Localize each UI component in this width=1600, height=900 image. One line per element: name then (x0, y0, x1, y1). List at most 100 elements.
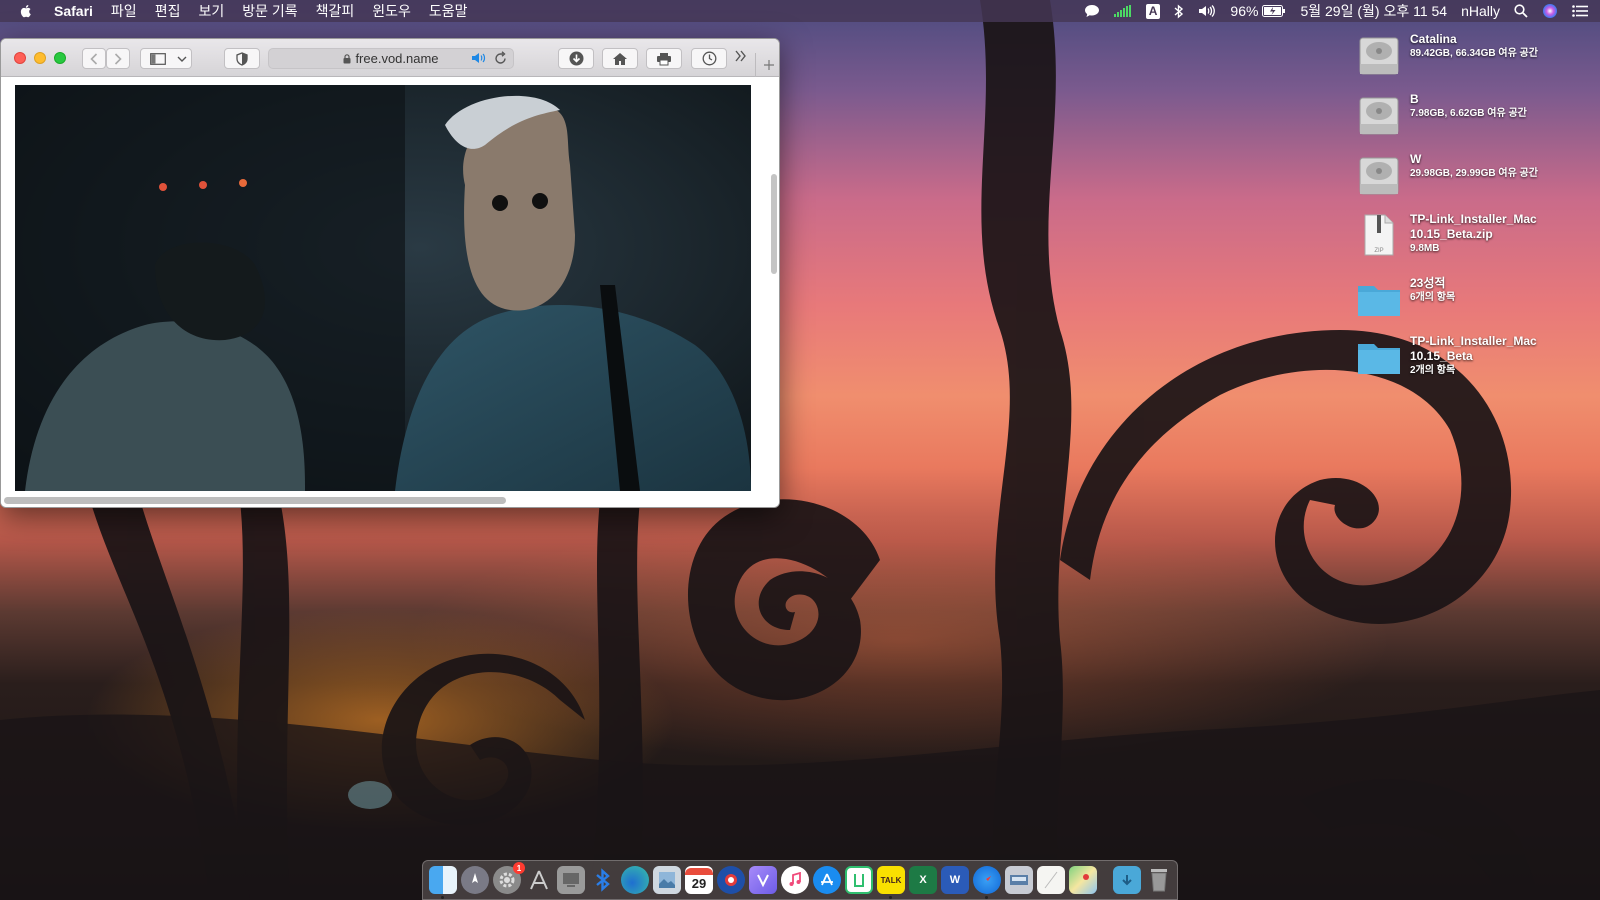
user-menu[interactable]: nHally (1461, 3, 1500, 19)
battery-percent[interactable]: 96% (1230, 3, 1258, 19)
web-content (1, 77, 779, 507)
bluetooth-icon[interactable] (1174, 3, 1184, 19)
desktop-item-detail: 6개의 항목 (1410, 292, 1456, 303)
vertical-scrollbar[interactable] (771, 174, 777, 274)
app-store-icon[interactable] (813, 866, 841, 894)
word-label: W (949, 874, 961, 886)
forward-button[interactable] (106, 48, 130, 69)
zoom-window-button[interactable] (54, 52, 66, 64)
history-button[interactable] (691, 48, 727, 69)
preview-icon[interactable] (653, 866, 681, 894)
desktop-item-w[interactable]: W 29.98GB, 29.99GB 여유 공간 (1356, 152, 1586, 198)
edge-browser-icon[interactable] (621, 866, 649, 894)
svg-text:ZIP: ZIP (1374, 248, 1383, 254)
desktop-item-detail: 9.8MB (1410, 243, 1440, 254)
chevron-right-icon (114, 52, 122, 65)
line-app-icon[interactable] (845, 866, 873, 894)
system-preferences-icon[interactable]: 1 (493, 862, 525, 894)
word-icon[interactable]: W (941, 866, 969, 894)
siri-icon[interactable] (1542, 3, 1558, 19)
messages-status-icon[interactable] (1084, 4, 1100, 18)
trash-icon[interactable] (1145, 866, 1173, 894)
menu-history[interactable]: 방문 기록 (242, 0, 297, 22)
notification-center-icon[interactable] (1572, 5, 1588, 17)
clock-icon (702, 51, 716, 66)
reload-icon[interactable] (494, 51, 507, 68)
desktop-item-folder-grades[interactable]: 23성적 6개의 항목 (1356, 276, 1586, 322)
folder-icon (1358, 286, 1400, 316)
launchpad-icon[interactable] (461, 866, 489, 894)
zip-file-icon: ZIP (1364, 214, 1394, 256)
address-bar[interactable]: free.vod.name (268, 48, 514, 69)
maps-icon[interactable] (1069, 866, 1097, 894)
privacy-shield-button[interactable] (224, 48, 260, 69)
downloads-folder-icon[interactable] (1113, 866, 1141, 894)
downloads-button[interactable] (558, 48, 594, 69)
menu-window[interactable]: 윈도우 (372, 0, 411, 22)
print-button[interactable] (646, 48, 682, 69)
notes-app-icon[interactable] (749, 866, 777, 894)
home-button[interactable] (602, 48, 638, 69)
desktop-item-detail: 89.42GB, 66.34GB 여유 공간 (1410, 48, 1538, 59)
desktop-item-name: B (1410, 92, 1419, 106)
chevron-left-icon (90, 52, 98, 65)
toolbar: free.vod.name (1, 39, 779, 77)
notification-badge: 1 (513, 862, 525, 874)
desktop-item-name: 23성적 (1410, 276, 1446, 290)
horizontal-scrollbar[interactable] (4, 497, 506, 504)
back-button[interactable] (82, 48, 106, 69)
automator-icon[interactable] (525, 866, 553, 894)
bluetooth-app-icon[interactable] (589, 866, 617, 894)
new-tab-button[interactable] (755, 53, 779, 77)
menu-app-name[interactable]: Safari (54, 0, 93, 22)
image-capture-icon[interactable] (1005, 866, 1033, 894)
calendar-icon[interactable]: 29 (685, 866, 713, 894)
kakaotalk-icon[interactable]: TALK (877, 866, 905, 899)
menu-file[interactable]: 파일 (111, 0, 137, 22)
minimize-window-button[interactable] (34, 52, 46, 64)
volume-icon[interactable] (1198, 4, 1216, 18)
home-icon (613, 52, 627, 65)
menu-bookmarks[interactable]: 책갈피 (316, 0, 355, 22)
spotlight-search-icon[interactable] (1514, 4, 1528, 18)
desktop-item-tplink-zip[interactable]: ZIP TP-Link_Installer_Mac 10.15_Beta.zip… (1356, 212, 1586, 258)
desktop-item-detail: 7.98GB, 6.62GB 여유 공간 (1410, 108, 1527, 119)
desktop-item-name: TP-Link_Installer_Mac 10.15_Beta.zip (1410, 212, 1537, 241)
music-icon[interactable] (781, 866, 809, 894)
menu-edit[interactable]: 편집 (155, 0, 181, 22)
hard-drive-icon (1359, 97, 1399, 135)
photo-booth-icon[interactable] (717, 866, 745, 894)
excel-icon[interactable]: X (909, 866, 937, 894)
sidebar-button[interactable] (140, 48, 192, 69)
desktop-item-name: Catalina (1410, 32, 1457, 46)
safari-icon[interactable] (973, 866, 1001, 899)
video-player[interactable] (15, 85, 751, 491)
input-source-icon[interactable]: A (1145, 3, 1161, 19)
desktop-item-tplink-folder[interactable]: TP-Link_Installer_Mac 10.15_Beta 2개의 항목 (1356, 334, 1586, 380)
signal-strength-icon[interactable] (1113, 5, 1132, 17)
running-indicator (985, 896, 988, 899)
menu-help[interactable]: 도움말 (429, 0, 468, 22)
finder-icon[interactable] (429, 866, 457, 899)
apple-menu-icon[interactable] (18, 3, 40, 19)
hard-drive-icon (1359, 157, 1399, 195)
excel-label: X (919, 874, 927, 886)
clock[interactable]: 5월 29일 (월) 오후 11 54 (1300, 1, 1447, 21)
desktop-item-name: TP-Link_Installer_Mac 10.15_Beta (1410, 334, 1537, 363)
toolbar-overflow-icon[interactable] (735, 49, 747, 67)
safari-window: free.vod.name (0, 38, 780, 508)
migration-assistant-icon[interactable] (557, 866, 585, 894)
audio-playing-icon[interactable] (471, 51, 487, 68)
desktop-item-b[interactable]: B 7.98GB, 6.62GB 여유 공간 (1356, 92, 1586, 138)
close-window-button[interactable] (14, 52, 26, 64)
menu-view[interactable]: 보기 (198, 0, 224, 22)
url-text: free.vod.name (355, 51, 439, 66)
desktop-item-name: W (1410, 152, 1422, 166)
printer-icon (657, 52, 671, 65)
download-icon (569, 51, 583, 66)
desktop-item-catalina[interactable]: Catalina 89.42GB, 66.34GB 여유 공간 (1356, 32, 1586, 78)
textedit-icon[interactable] (1037, 866, 1065, 894)
battery-icon[interactable] (1262, 5, 1286, 17)
calendar-day: 29 (691, 875, 707, 891)
running-indicator (441, 896, 444, 899)
